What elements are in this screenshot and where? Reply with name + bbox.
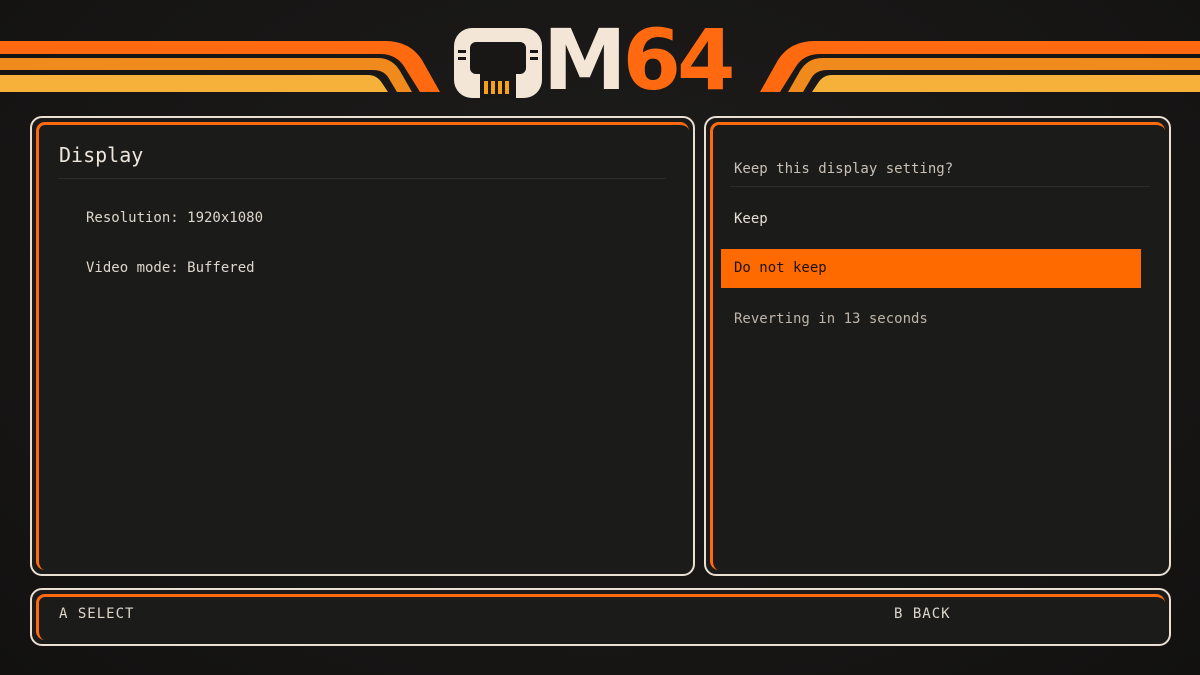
display-settings-panel: Display Resolution: 1920x1080 Video mode… [30, 116, 695, 576]
om64-logo: M64 [448, 18, 778, 102]
confirm-prompt: Keep this display setting? [734, 161, 954, 177]
panel-title: Display [59, 143, 144, 167]
prompt-divider [730, 186, 1150, 187]
back-hint: B BACK [894, 606, 951, 622]
revert-countdown: Reverting in 13 seconds [734, 311, 928, 327]
logo-letter: M [543, 11, 627, 109]
screen: M64 Display Resolution: 1920x1080 Video … [0, 0, 1200, 675]
resolution-setting[interactable]: Resolution: 1920x1080 [86, 210, 263, 226]
controls-hint-bar: A SELECT B BACK [30, 588, 1171, 646]
select-hint: A SELECT [59, 606, 135, 622]
cartridge-icon [454, 28, 542, 98]
keep-option[interactable]: Keep [734, 211, 768, 227]
video-mode-setting[interactable]: Video mode: Buffered [86, 260, 255, 276]
logo-wordmark: M64 [543, 18, 735, 102]
do-not-keep-option[interactable]: Do not keep [721, 249, 1141, 288]
confirm-dialog-panel: Keep this display setting? Keep Do not k… [704, 116, 1171, 576]
title-divider [58, 178, 666, 179]
logo-number: 64 [622, 11, 736, 109]
